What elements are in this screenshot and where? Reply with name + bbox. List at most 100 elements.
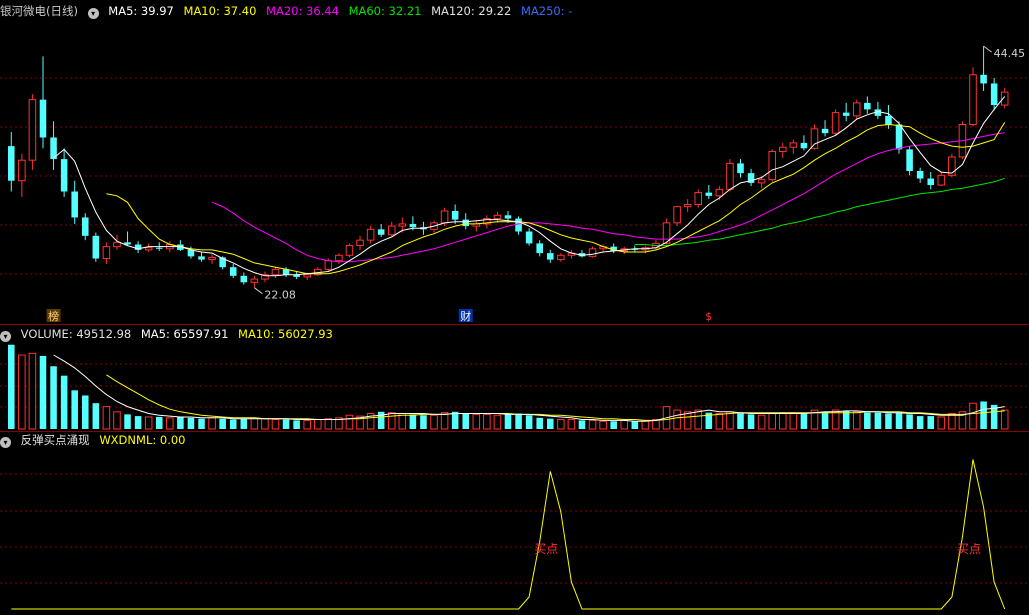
candle-body bbox=[144, 247, 153, 251]
candle-body bbox=[409, 223, 417, 228]
ma20-line bbox=[211, 132, 1005, 263]
volume-bar bbox=[430, 414, 438, 430]
volume-bar bbox=[102, 406, 111, 430]
volume-panel-header: ▾ VOLUME: 49512.98 MA5: 65597.91 MA10: 5… bbox=[0, 325, 1029, 343]
volume-bar bbox=[969, 402, 977, 430]
volume-bar bbox=[409, 414, 417, 429]
volume-bar bbox=[536, 417, 543, 429]
indicator-collapse-icon[interactable]: ▾ bbox=[0, 437, 11, 448]
volume-bar bbox=[673, 409, 681, 430]
volume-label: VOLUME: 49512.98 bbox=[20, 327, 132, 341]
candle-body bbox=[990, 83, 998, 106]
candle-body bbox=[757, 179, 766, 184]
volume-bar bbox=[757, 414, 766, 430]
candle-body bbox=[715, 188, 724, 197]
candle-body bbox=[842, 112, 850, 116]
candle-body bbox=[335, 254, 343, 262]
candle-body bbox=[779, 146, 787, 153]
volume-bar bbox=[261, 418, 269, 430]
candle-body bbox=[800, 142, 808, 149]
candle-body bbox=[673, 206, 681, 224]
volume-bar bbox=[588, 419, 597, 430]
candle-body bbox=[504, 215, 512, 219]
volume-bar bbox=[472, 413, 481, 430]
candle-body bbox=[810, 128, 819, 149]
indicator-name: 反弹买点涌现 bbox=[20, 433, 90, 447]
volume-bar bbox=[504, 414, 512, 429]
volume-bar bbox=[948, 413, 956, 430]
volume-bar bbox=[134, 416, 142, 429]
volume-bar bbox=[451, 411, 459, 429]
candle-body bbox=[683, 203, 692, 208]
volume-bar bbox=[737, 413, 744, 429]
candle-body bbox=[208, 256, 216, 261]
candle-body bbox=[969, 74, 977, 126]
candle-body bbox=[588, 248, 597, 257]
volume-bar bbox=[546, 418, 554, 429]
candle-body bbox=[937, 174, 946, 186]
volume-bar bbox=[28, 352, 37, 430]
volume-bar bbox=[18, 354, 26, 430]
volume-bar bbox=[895, 412, 903, 429]
volume-bar bbox=[39, 355, 47, 429]
volume-bar bbox=[567, 419, 576, 430]
low-price-label: 22.08 bbox=[264, 289, 296, 302]
candle-body bbox=[515, 218, 522, 232]
volume-bar bbox=[177, 416, 184, 429]
candle-body bbox=[324, 260, 333, 270]
volume-bar bbox=[219, 418, 226, 429]
volume-bar bbox=[303, 419, 311, 430]
candle-body bbox=[440, 210, 449, 224]
ma60-label: MA60: 32.21 bbox=[348, 4, 422, 18]
candle-body bbox=[356, 239, 364, 247]
buy-signal-label: 买点 bbox=[957, 542, 981, 556]
volume-bar bbox=[250, 417, 259, 430]
volume-bar bbox=[715, 413, 724, 430]
volume-bar bbox=[155, 416, 163, 429]
volume-bar bbox=[800, 413, 808, 429]
candle-body bbox=[39, 99, 47, 138]
event-marker: $ bbox=[705, 310, 712, 323]
ma10-label: MA10: 37.40 bbox=[183, 4, 257, 18]
volume-bar bbox=[113, 411, 121, 430]
volume-bar bbox=[92, 403, 100, 429]
candle-body bbox=[8, 146, 15, 181]
vol-ma5-line bbox=[53, 354, 1005, 422]
volume-bar bbox=[493, 414, 502, 430]
high-price-label: 44.45 bbox=[994, 47, 1025, 60]
buy-signal-label: 买点 bbox=[534, 542, 558, 556]
candle-body bbox=[18, 159, 26, 182]
price-collapse-icon[interactable]: ▾ bbox=[87, 8, 99, 19]
candle-body bbox=[398, 223, 407, 227]
candle-body bbox=[885, 115, 892, 125]
volume-bar bbox=[631, 421, 639, 429]
volume-bar bbox=[610, 421, 617, 429]
candle-body bbox=[864, 102, 871, 110]
candle-body bbox=[493, 214, 502, 220]
price-panel-header: 银河微电(日线) ▾ MA5: 39.97 MA10: 37.40 MA20: … bbox=[0, 2, 1029, 20]
volume-bar bbox=[208, 417, 216, 430]
candle-body bbox=[102, 246, 111, 260]
volume-bar bbox=[525, 415, 533, 429]
candle-body bbox=[895, 124, 903, 150]
candle-body bbox=[377, 229, 385, 235]
candle-body bbox=[927, 178, 935, 186]
volume-bar bbox=[864, 412, 871, 429]
candle-body bbox=[726, 162, 734, 190]
candle-body bbox=[303, 274, 311, 278]
indicator-panel-header: ▾ 反弹买点涌现 WXDNML: 0.00 bbox=[0, 431, 1029, 449]
volume-bar bbox=[60, 375, 68, 429]
volume-bar bbox=[124, 414, 131, 429]
kline-chart[interactable]: 44.45 22.08 榜 财 $ 买点 买点 bbox=[0, 0, 1029, 615]
volume-bar bbox=[187, 417, 195, 429]
volume-bar bbox=[240, 418, 248, 429]
volume-bar bbox=[440, 412, 449, 430]
candle-body bbox=[198, 256, 205, 260]
ma20-label: MA20: 36.44 bbox=[266, 4, 339, 18]
candle-body bbox=[557, 254, 565, 261]
volume-collapse-icon[interactable]: ▾ bbox=[0, 331, 11, 342]
candle-body bbox=[92, 235, 100, 259]
volume-bar bbox=[515, 413, 522, 429]
volume-bar bbox=[198, 418, 205, 429]
volume-bar bbox=[578, 420, 586, 429]
